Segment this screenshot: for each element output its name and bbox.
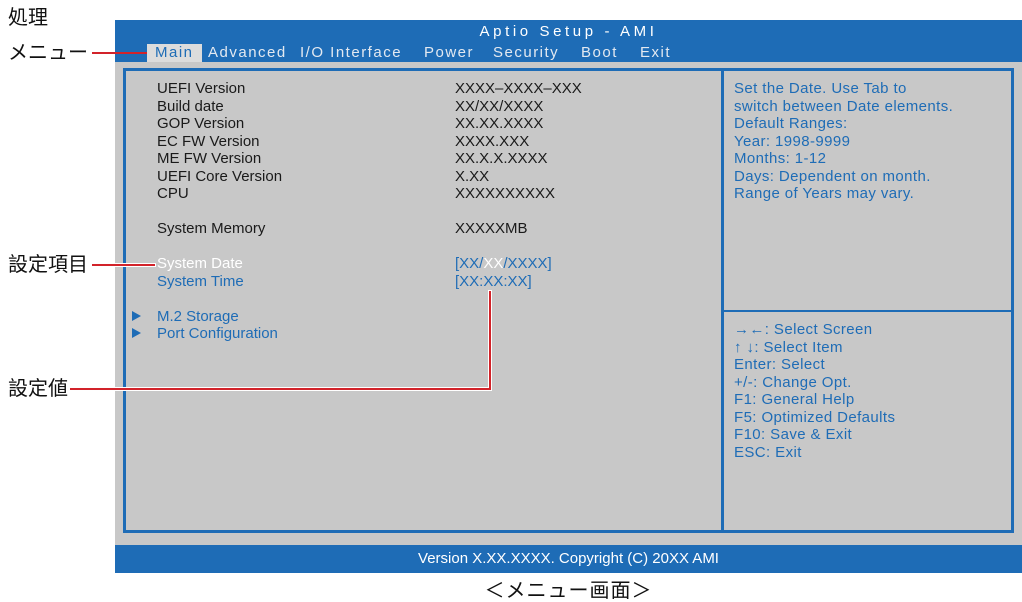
submenu-label[interactable]: Port Configuration bbox=[157, 325, 278, 343]
date-value-selected[interactable]: XX bbox=[483, 255, 503, 272]
menu-annotation: メニュー bbox=[8, 42, 88, 64]
tab-security[interactable]: Security bbox=[485, 44, 567, 62]
pane-divider bbox=[721, 68, 724, 533]
triangle-right-icon bbox=[132, 328, 141, 339]
key-legend-line: Enter: Select bbox=[734, 356, 826, 374]
info-row: UEFI Core Version X.XX bbox=[115, 168, 721, 186]
help-line: switch between Date elements. bbox=[734, 97, 954, 115]
settings-list: UEFI Version XXXX–XXXX–XXX Build date XX… bbox=[115, 80, 721, 343]
menu-leader-line bbox=[92, 52, 147, 54]
key-legend-line: →←: Select Screen bbox=[734, 321, 873, 339]
submenu-port-configuration[interactable]: Port Configuration bbox=[115, 325, 721, 343]
help-separator bbox=[724, 310, 1011, 312]
title-menu-bar: Aptio Setup - AMI Main Advanced I/O Inte… bbox=[115, 20, 1022, 62]
setting-value-annotation: 設定値 bbox=[8, 378, 68, 400]
system-time-label[interactable]: System Time bbox=[157, 273, 244, 291]
system-memory-label: System Memory bbox=[157, 220, 266, 237]
info-value: XX.X.X.XXXX bbox=[455, 150, 548, 167]
info-label: CPU bbox=[157, 185, 189, 202]
figure-caption: ＜メニュー画面＞ bbox=[484, 580, 653, 602]
tab-main[interactable]: Main bbox=[147, 44, 202, 62]
system-date-row[interactable]: System Date [XX/XX/XXXX] bbox=[115, 255, 721, 273]
help-line: Set the Date. Use Tab to bbox=[734, 80, 907, 97]
help-line: Default Ranges: bbox=[734, 115, 848, 132]
info-row: GOP Version XX.XX.XXXX bbox=[115, 115, 721, 133]
tab-exit[interactable]: Exit bbox=[632, 44, 679, 62]
system-time-value[interactable]: [XX:XX:XX] bbox=[455, 273, 532, 291]
info-row: CPU XXXXXXXXXX bbox=[115, 185, 721, 203]
key-legend-line: F5: Optimized Defaults bbox=[734, 408, 896, 426]
info-value: X.XX bbox=[455, 167, 490, 185]
info-label: UEFI Version bbox=[157, 80, 246, 97]
info-label: GOP Version bbox=[157, 115, 245, 132]
info-row: UEFI Version XXXX–XXXX–XXX bbox=[115, 80, 721, 98]
info-row: EC FW Version XXXX.XXX bbox=[115, 133, 721, 151]
tab-boot[interactable]: Boot bbox=[573, 44, 626, 62]
help-line: Range of Years may vary. bbox=[734, 185, 915, 202]
info-value: XXXX–XXXX–XXX bbox=[455, 80, 582, 97]
help-text: Set the Date. Use Tab to switch between … bbox=[734, 80, 1011, 203]
date-value-before: [XX/ bbox=[455, 255, 484, 272]
setting-value-leader-line bbox=[70, 388, 491, 390]
submenu-m2-storage[interactable]: M.2 Storage bbox=[115, 308, 721, 326]
info-label: Build date bbox=[157, 97, 224, 115]
key-legend-line: ↑ ↓: Select Item bbox=[734, 338, 843, 356]
system-memory-row: System Memory XXXXXMB bbox=[115, 220, 721, 238]
system-time-row[interactable]: System Time [XX:XX:XX] bbox=[115, 273, 721, 291]
system-date-value[interactable]: [XX/XX/XXXX] bbox=[455, 255, 552, 273]
info-label: EC FW Version bbox=[157, 132, 260, 150]
version-footer: Version X.XX.XXXX. Copyright (C) 20XX AM… bbox=[115, 545, 1022, 573]
setting-item-annotation: 設定項目 bbox=[8, 254, 88, 276]
info-row: ME FW Version XX.X.X.XXXX bbox=[115, 150, 721, 168]
info-value: XX.XX.XXXX bbox=[455, 115, 544, 132]
key-legend-line: F1: General Help bbox=[734, 391, 855, 409]
info-row: Build date XX/XX/XXXX bbox=[115, 98, 721, 116]
key-legend-line: F10: Save & Exit bbox=[734, 426, 853, 444]
setting-value-leader-vertical bbox=[489, 291, 491, 390]
tab-power[interactable]: Power bbox=[416, 44, 482, 62]
info-value: XX/XX/XXXX bbox=[455, 97, 544, 115]
info-value: XXXXXXXXXX bbox=[455, 185, 556, 202]
setting-item-leader-line bbox=[92, 264, 155, 266]
system-date-label[interactable]: System Date bbox=[157, 255, 243, 273]
key-legend-line: ESC: Exit bbox=[734, 443, 802, 461]
tab-io-interface[interactable]: I/O Interface bbox=[292, 44, 410, 62]
help-line: Year: 1998-9999 bbox=[734, 132, 851, 150]
tab-advanced[interactable]: Advanced bbox=[200, 44, 295, 62]
key-legend: →←: Select Screen ↑ ↓: Select Item Enter… bbox=[734, 321, 1011, 461]
help-line: Months: 1-12 bbox=[734, 150, 827, 167]
bios-title: Aptio Setup - AMI bbox=[479, 23, 658, 40]
help-line: Days: Dependent on month. bbox=[734, 167, 931, 185]
key-legend-line: +/-: Change Opt. bbox=[734, 373, 852, 391]
date-value-after: /XXXX] bbox=[503, 255, 552, 272]
info-label: UEFI Core Version bbox=[157, 167, 283, 185]
info-value: XXXX.XXX bbox=[455, 132, 530, 150]
submenu-label[interactable]: M.2 Storage bbox=[157, 308, 239, 326]
bios-setup-window: Aptio Setup - AMI Main Advanced I/O Inte… bbox=[115, 20, 1022, 573]
system-memory-value: XXXXXMB bbox=[455, 220, 528, 237]
processing-annotation: 処理 bbox=[8, 7, 48, 29]
triangle-right-icon bbox=[132, 310, 141, 321]
info-label: ME FW Version bbox=[157, 150, 262, 167]
